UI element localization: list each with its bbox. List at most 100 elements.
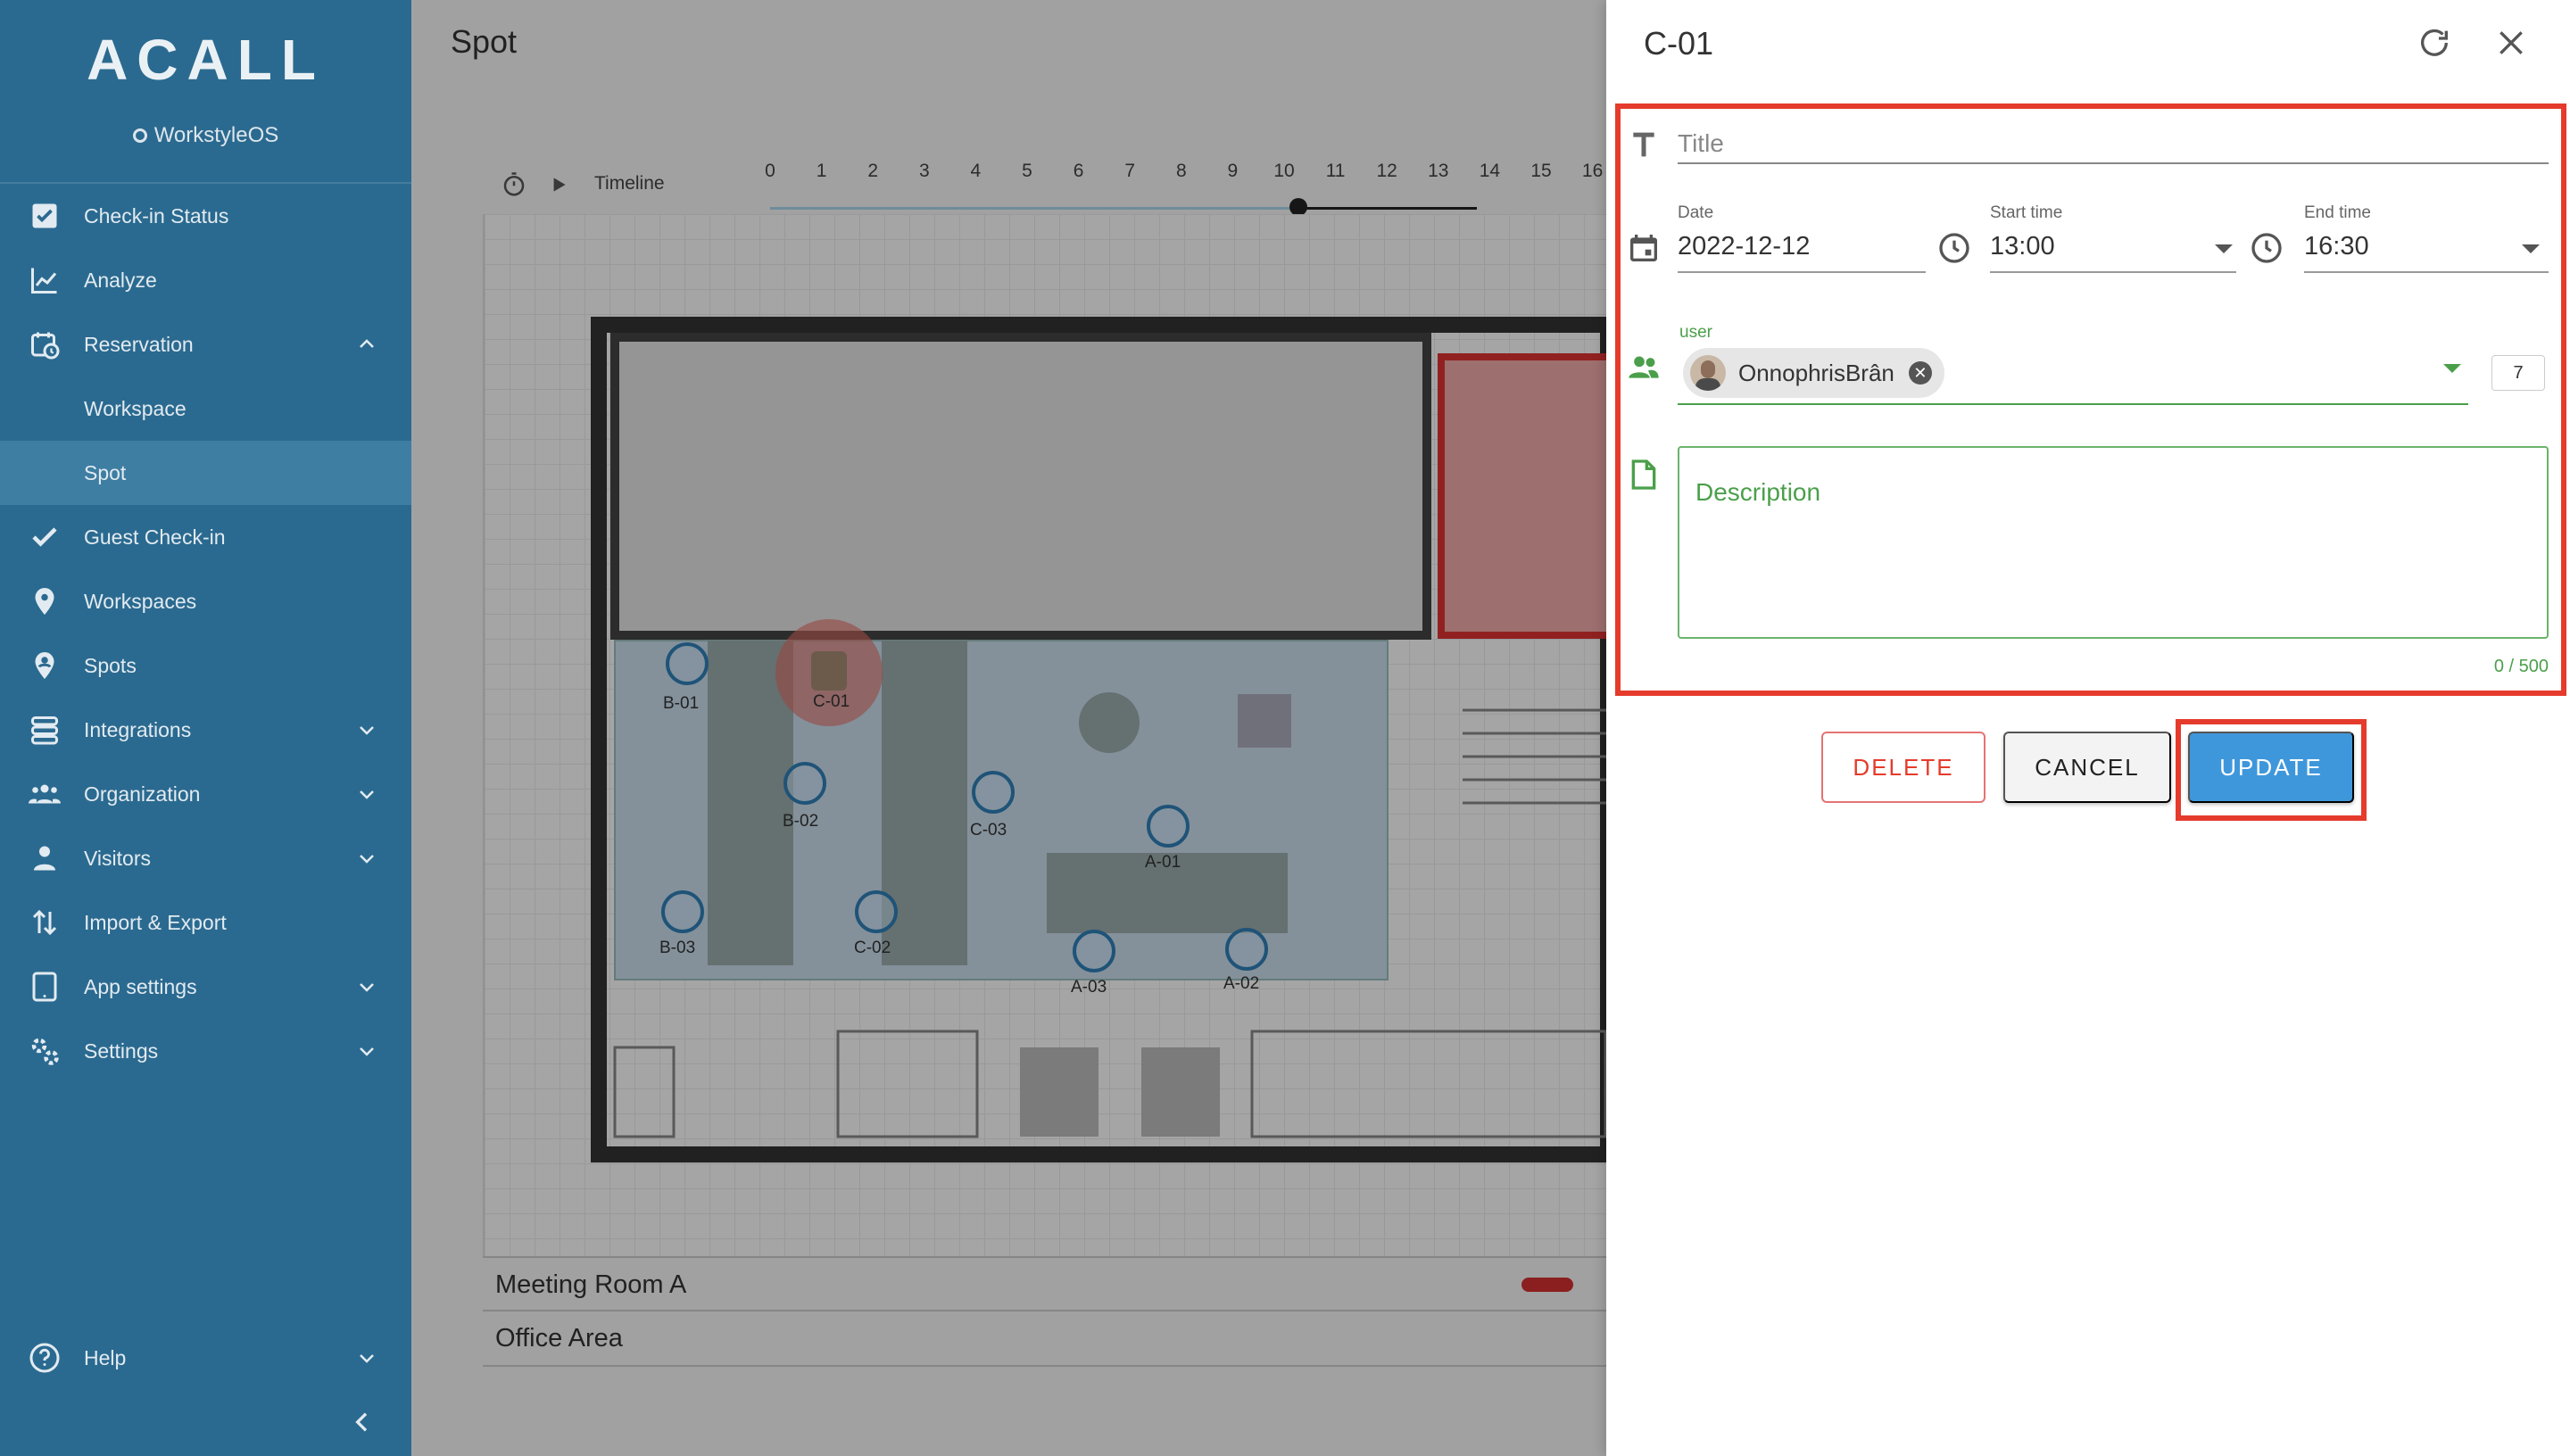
sidebar-item-spots[interactable]: Spots <box>0 633 411 698</box>
sidebar-item-label: Help <box>84 1345 127 1369</box>
sidebar-item-label: Organization <box>84 782 201 806</box>
collapse-sidebar-icon[interactable] <box>348 1408 377 1436</box>
sidebar-item-workspaces[interactable]: Workspaces <box>0 569 411 633</box>
reservation-bar[interactable] <box>1521 1278 1573 1292</box>
sidebar-item-label: Settings <box>84 1038 159 1063</box>
sidebar-item-label: Workspace <box>84 396 187 420</box>
close-icon[interactable] <box>2493 25 2529 61</box>
user-label: user <box>1679 323 1712 342</box>
date-field[interactable]: 2022-12-12 <box>1678 232 1810 261</box>
sidebar-item-label: Visitors <box>84 846 151 870</box>
sidebar-item-integrations[interactable]: Integrations <box>0 698 411 762</box>
sidebar-item-spot[interactable]: Spot <box>0 441 411 505</box>
delete-button[interactable]: DELETE <box>1821 732 1986 803</box>
sidebar-item-check-in-status[interactable]: Check-in Status <box>0 184 411 248</box>
spot-marker-c-03[interactable] <box>972 771 1015 814</box>
avatar <box>1690 355 1726 391</box>
sidebar-item-help[interactable]: Help <box>0 1326 411 1390</box>
workstyle-ring-icon <box>132 128 147 143</box>
sidebar-item-workspace[interactable]: Workspace <box>0 376 411 441</box>
timeline-track <box>770 207 1377 210</box>
spot-label: B-02 <box>783 812 819 831</box>
refresh-icon[interactable] <box>2417 25 2452 61</box>
check-icon <box>29 521 61 553</box>
spot-marker-b-03[interactable] <box>661 890 704 933</box>
clock-icon <box>2251 233 2282 263</box>
sidebar-item-visitors[interactable]: Visitors <box>0 826 411 890</box>
room-name: Office Area <box>495 1324 623 1353</box>
end-time-dropdown-icon[interactable] <box>2522 244 2540 253</box>
spot-marker-c-02[interactable] <box>855 890 898 933</box>
sidebar-item-organization[interactable]: Organization <box>0 762 411 826</box>
end-time-label: End time <box>2304 203 2371 222</box>
tablet-icon <box>29 971 61 1003</box>
chevron-down-icon <box>360 1354 374 1363</box>
main-content: Spot Timeline 0 1 2 3 4 5 6 7 8 9 10 11 12 13 14 15 16 <box>411 0 1606 1456</box>
subbrand-label: WorkstyleOS <box>153 123 279 147</box>
start-time-dropdown-icon[interactable] <box>2215 244 2233 253</box>
page-title: Spot <box>451 23 518 60</box>
sidebar-item-label: Workspaces <box>84 589 197 613</box>
timeline-selection <box>1298 207 1477 210</box>
timeline-hour-tick: 1 <box>816 161 827 181</box>
title-input[interactable] <box>1678 125 2549 164</box>
timeline-hour-tick: 10 <box>1273 161 1295 181</box>
description-textarea[interactable] <box>1678 446 2549 639</box>
room-row-office-area[interactable]: Office Area <box>483 1311 1606 1367</box>
play-icon[interactable] <box>547 173 570 196</box>
spot-label: B-01 <box>663 694 700 713</box>
end-time-field[interactable]: 16:30 <box>2304 232 2369 261</box>
sidebar-item-label: Spots <box>84 653 137 677</box>
update-button[interactable]: UPDATE <box>2188 732 2354 803</box>
drawer-title: C-01 <box>1644 25 1714 62</box>
timeline-hour-tick: 4 <box>970 161 982 181</box>
timeline-handle-start[interactable] <box>1289 198 1307 216</box>
spot-marker-a-02[interactable] <box>1225 928 1268 971</box>
text-format-icon <box>1633 132 1654 157</box>
start-time-field[interactable]: 13:00 <box>1990 232 2055 261</box>
gears-icon <box>29 1035 61 1067</box>
timeline-hour-tick: 0 <box>765 161 775 181</box>
timeline-hour-tick: 16 <box>1581 161 1604 181</box>
chevron-down-icon <box>360 983 374 992</box>
user-chip-label: OnnophrisBrân <box>1738 359 1894 386</box>
document-icon <box>1631 459 1656 490</box>
sidebar-item-guest-check-in[interactable]: Guest Check-in <box>0 505 411 569</box>
spot-marker-a-01[interactable] <box>1147 805 1190 848</box>
spot-label: A-03 <box>1071 978 1107 997</box>
sidebar-item-reservation[interactable]: Reservation <box>0 312 411 376</box>
chevron-down-icon <box>360 1047 374 1056</box>
visitor-icon <box>29 842 61 874</box>
timeline-hour-tick: 5 <box>1022 161 1032 181</box>
people-icon <box>1629 356 1659 378</box>
spot-marker-b-02[interactable] <box>783 762 826 805</box>
user-count[interactable]: 7 <box>2491 355 2545 391</box>
spot-marker-a-03[interactable] <box>1073 930 1115 972</box>
sidebar-item-app-settings[interactable]: App settings <box>0 955 411 1019</box>
chevron-up-icon <box>360 339 374 348</box>
chevron-down-icon <box>360 855 374 864</box>
timeline-hour-tick: 7 <box>1124 161 1136 181</box>
stopwatch-icon[interactable] <box>501 171 527 198</box>
clock-icon <box>1939 233 1969 263</box>
calendar-icon <box>1630 235 1657 261</box>
user-chip[interactable]: OnnophrisBrân ✕ <box>1683 348 1944 398</box>
spot-marker-b-01[interactable] <box>666 642 709 685</box>
sidebar-item-label: Integrations <box>84 717 192 741</box>
sidebar-item-settings[interactable]: Settings <box>0 1019 411 1083</box>
end-time-underline <box>2304 271 2549 273</box>
spot-label: C-01 <box>813 692 850 711</box>
room-row-meeting-room-a[interactable]: Meeting Room A <box>483 1256 1606 1311</box>
sidebar-item-import-export[interactable]: Import & Export <box>0 890 411 955</box>
remove-chip-icon[interactable]: ✕ <box>1908 361 1932 385</box>
sidebar-item-analyze[interactable]: Analyze <box>0 248 411 312</box>
user-dropdown-icon[interactable] <box>2443 364 2461 373</box>
timeline-label: Timeline <box>594 173 665 194</box>
description-counter: 0 / 500 <box>2493 657 2549 676</box>
spot-label: B-03 <box>659 939 696 957</box>
chevron-down-icon <box>360 726 374 735</box>
user-underline <box>1678 403 2468 405</box>
cancel-button[interactable]: CANCEL <box>2003 732 2171 803</box>
timeline-header: Timeline 0 1 2 3 4 5 6 7 8 9 10 11 12 13 14 15 16 <box>501 161 1606 216</box>
location-pin-icon <box>29 585 61 617</box>
